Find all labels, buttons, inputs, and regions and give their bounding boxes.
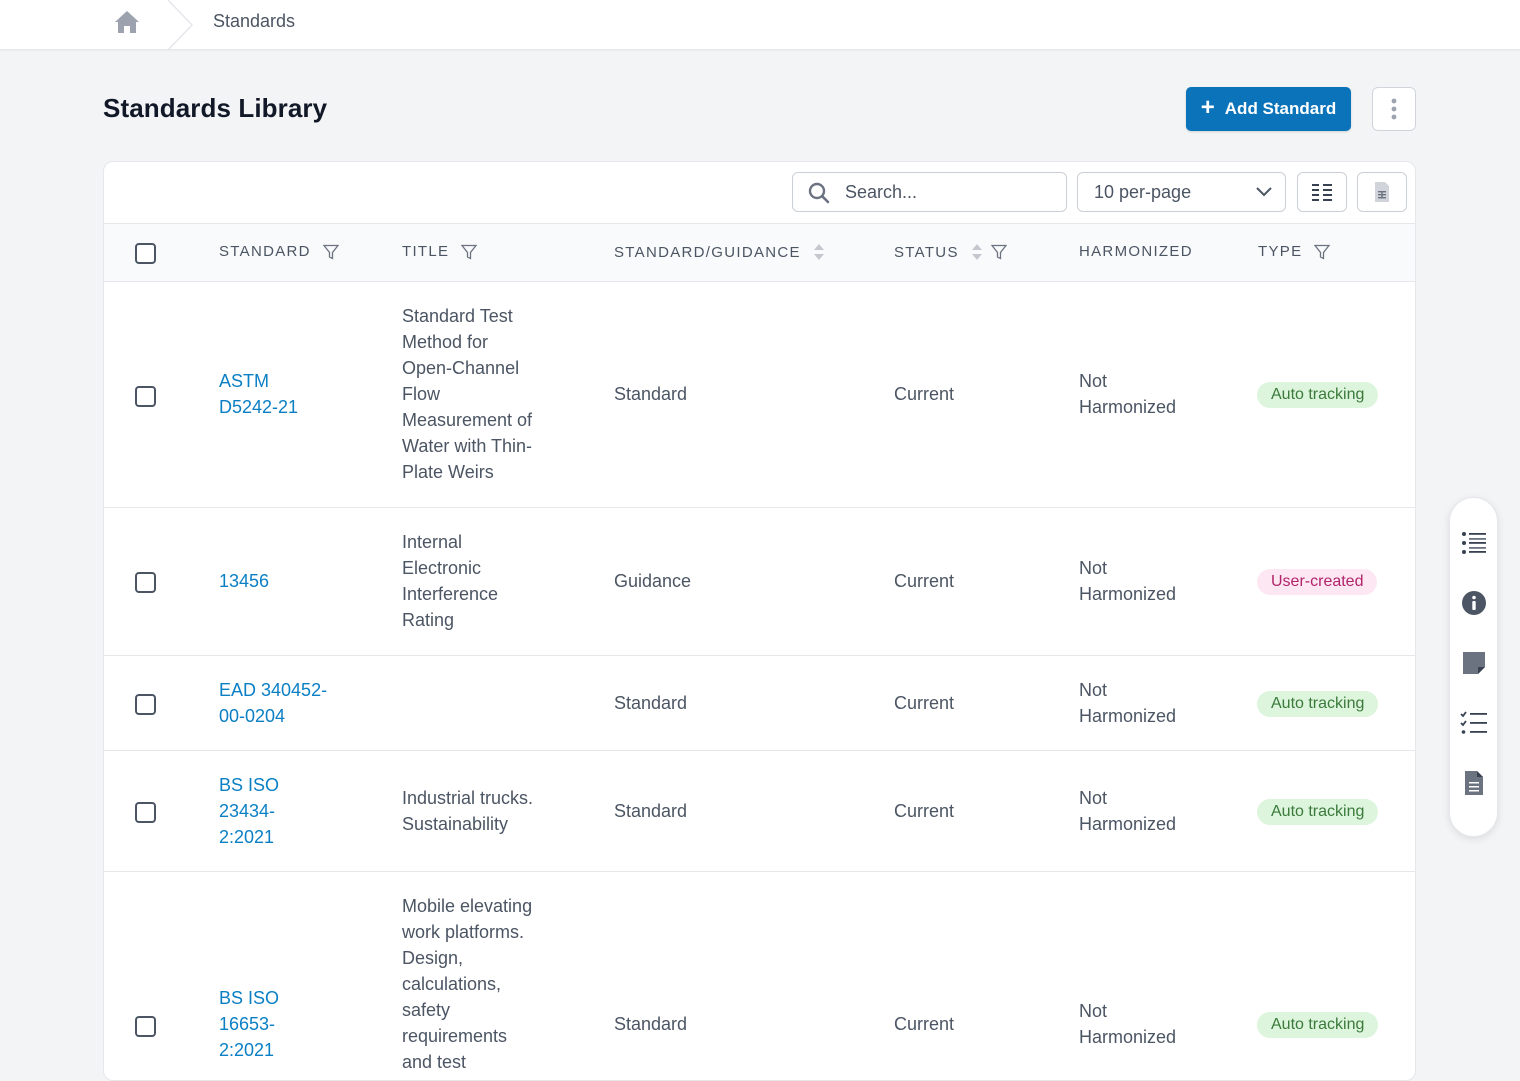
type-badge: User-created: [1257, 569, 1378, 595]
breadcrumb-separator-icon: [167, 0, 194, 50]
add-standard-label: Add Standard: [1224, 99, 1337, 118]
table-toolbar: 10 per-page: [104, 162, 1415, 223]
row-checkbox[interactable]: [135, 694, 156, 715]
harmonized-cell: Not Harmonized: [1079, 1001, 1177, 1047]
row-checkbox[interactable]: [135, 1016, 156, 1037]
column-standard[interactable]: STANDARD: [219, 243, 339, 260]
table-row[interactable]: BS ISO 16653- 2:2021 Mobile elevating work …: [104, 872, 1415, 1080]
filter-icon[interactable]: [990, 244, 1007, 260]
kind-cell: Standard: [614, 384, 688, 404]
column-settings-button[interactable]: [1297, 172, 1347, 212]
column-harmonized: HARMONIZED: [1079, 243, 1193, 260]
column-standard-label: STANDARD: [219, 243, 311, 260]
type-badge: Auto tracking: [1257, 382, 1379, 408]
status-cell: Current: [894, 571, 955, 591]
columns-list-icon: [1312, 184, 1332, 201]
checklist-icon[interactable]: [1460, 709, 1488, 737]
list-icon[interactable]: [1460, 529, 1488, 557]
per-page-value: 10 per-page: [1094, 182, 1192, 202]
table-row[interactable]: ASTM D5242-21 Standard Test Method for Open…: [104, 282, 1415, 508]
table-row[interactable]: EAD 340452- 00-0204 Standard Current Not H…: [104, 656, 1415, 751]
table-row[interactable]: BS ISO 23434- 2:2021 Industrial trucks. Sus…: [104, 751, 1415, 872]
status-cell: Current: [894, 693, 955, 713]
standards-table-card: 10 per-page STAND: [103, 161, 1416, 1081]
column-standard-guidance[interactable]: STANDARD/GUIDANCE: [614, 243, 825, 261]
note-icon[interactable]: [1460, 649, 1488, 677]
spreadsheet-icon: [1375, 182, 1389, 202]
search-icon: [808, 182, 830, 204]
harmonized-cell: Not Harmonized: [1079, 371, 1177, 417]
type-badge: Auto tracking: [1257, 691, 1379, 717]
select-all-checkbox[interactable]: [135, 243, 156, 264]
status-cell: Current: [894, 1014, 955, 1034]
info-icon[interactable]: [1460, 589, 1488, 617]
kind-cell: Standard: [614, 1014, 688, 1034]
search-box[interactable]: [792, 172, 1067, 212]
table-row[interactable]: 13456 Internal Electronic Interference Rati…: [104, 508, 1415, 656]
type-badge: Auto tracking: [1257, 799, 1379, 825]
standard-link[interactable]: BS ISO 16653- 2:2021: [219, 985, 279, 1063]
row-checkbox[interactable]: [135, 802, 156, 823]
top-bar: Standards: [0, 0, 1520, 50]
sort-icon[interactable]: [971, 243, 983, 261]
per-page-select[interactable]: 10 per-page: [1077, 172, 1286, 212]
standard-link[interactable]: ASTM D5242-21: [219, 368, 298, 420]
table-header: STANDARD TITLE STANDARD/GUIDANCE STATUS …: [104, 223, 1415, 282]
column-title-label: TITLE: [402, 243, 450, 260]
title-cell: Mobile elevating work platforms. Design, ca…: [402, 896, 533, 1072]
column-status[interactable]: STATUS: [894, 243, 1007, 261]
harmonized-cell: Not Harmonized: [1079, 680, 1177, 726]
row-checkbox[interactable]: [135, 572, 156, 593]
title-cell: Internal Electronic Interference Rating: [402, 532, 499, 630]
kind-cell: Standard: [614, 693, 688, 713]
harmonized-cell: Not Harmonized: [1079, 788, 1177, 834]
column-harmonized-label: HARMONIZED: [1079, 243, 1193, 260]
add-standard-button[interactable]: + Add Standard: [1186, 87, 1351, 131]
filter-icon[interactable]: [461, 244, 478, 260]
side-tools-rail: [1449, 497, 1498, 837]
page-title: Standards Library: [103, 93, 328, 123]
title-cell: Industrial trucks. Sustainability: [402, 788, 534, 834]
status-cell: Current: [894, 384, 955, 404]
search-input[interactable]: [845, 177, 1055, 207]
vertical-dots-icon: [1391, 98, 1397, 120]
column-standard-guidance-label: STANDARD/GUIDANCE: [614, 243, 801, 261]
breadcrumb-current: Standards: [213, 11, 296, 31]
type-badge: Auto tracking: [1257, 1012, 1379, 1038]
sort-icon[interactable]: [813, 243, 825, 261]
document-icon[interactable]: [1460, 769, 1488, 797]
column-type-label: TYPE: [1258, 243, 1303, 260]
filter-icon[interactable]: [1314, 244, 1331, 260]
home-icon[interactable]: [112, 8, 142, 36]
export-button[interactable]: [1357, 172, 1407, 212]
plus-icon: +: [1200, 94, 1215, 121]
kind-cell: Standard: [614, 801, 688, 821]
standard-link[interactable]: 13456: [219, 568, 269, 594]
status-cell: Current: [894, 801, 955, 821]
row-checkbox[interactable]: [135, 386, 156, 407]
column-title[interactable]: TITLE: [402, 243, 478, 260]
more-options-button[interactable]: [1372, 87, 1416, 131]
filter-icon[interactable]: [322, 244, 339, 260]
standard-link[interactable]: BS ISO 23434- 2:2021: [219, 772, 279, 850]
chevron-down-icon: [1256, 187, 1272, 197]
column-type[interactable]: TYPE: [1258, 243, 1331, 260]
harmonized-cell: Not Harmonized: [1079, 558, 1177, 604]
title-cell: Standard Test Method for Open-Channel Flow M…: [402, 306, 533, 482]
standard-link[interactable]: EAD 340452- 00-0204: [219, 677, 327, 729]
kind-cell: Guidance: [614, 571, 692, 591]
column-status-label: STATUS: [894, 243, 959, 261]
